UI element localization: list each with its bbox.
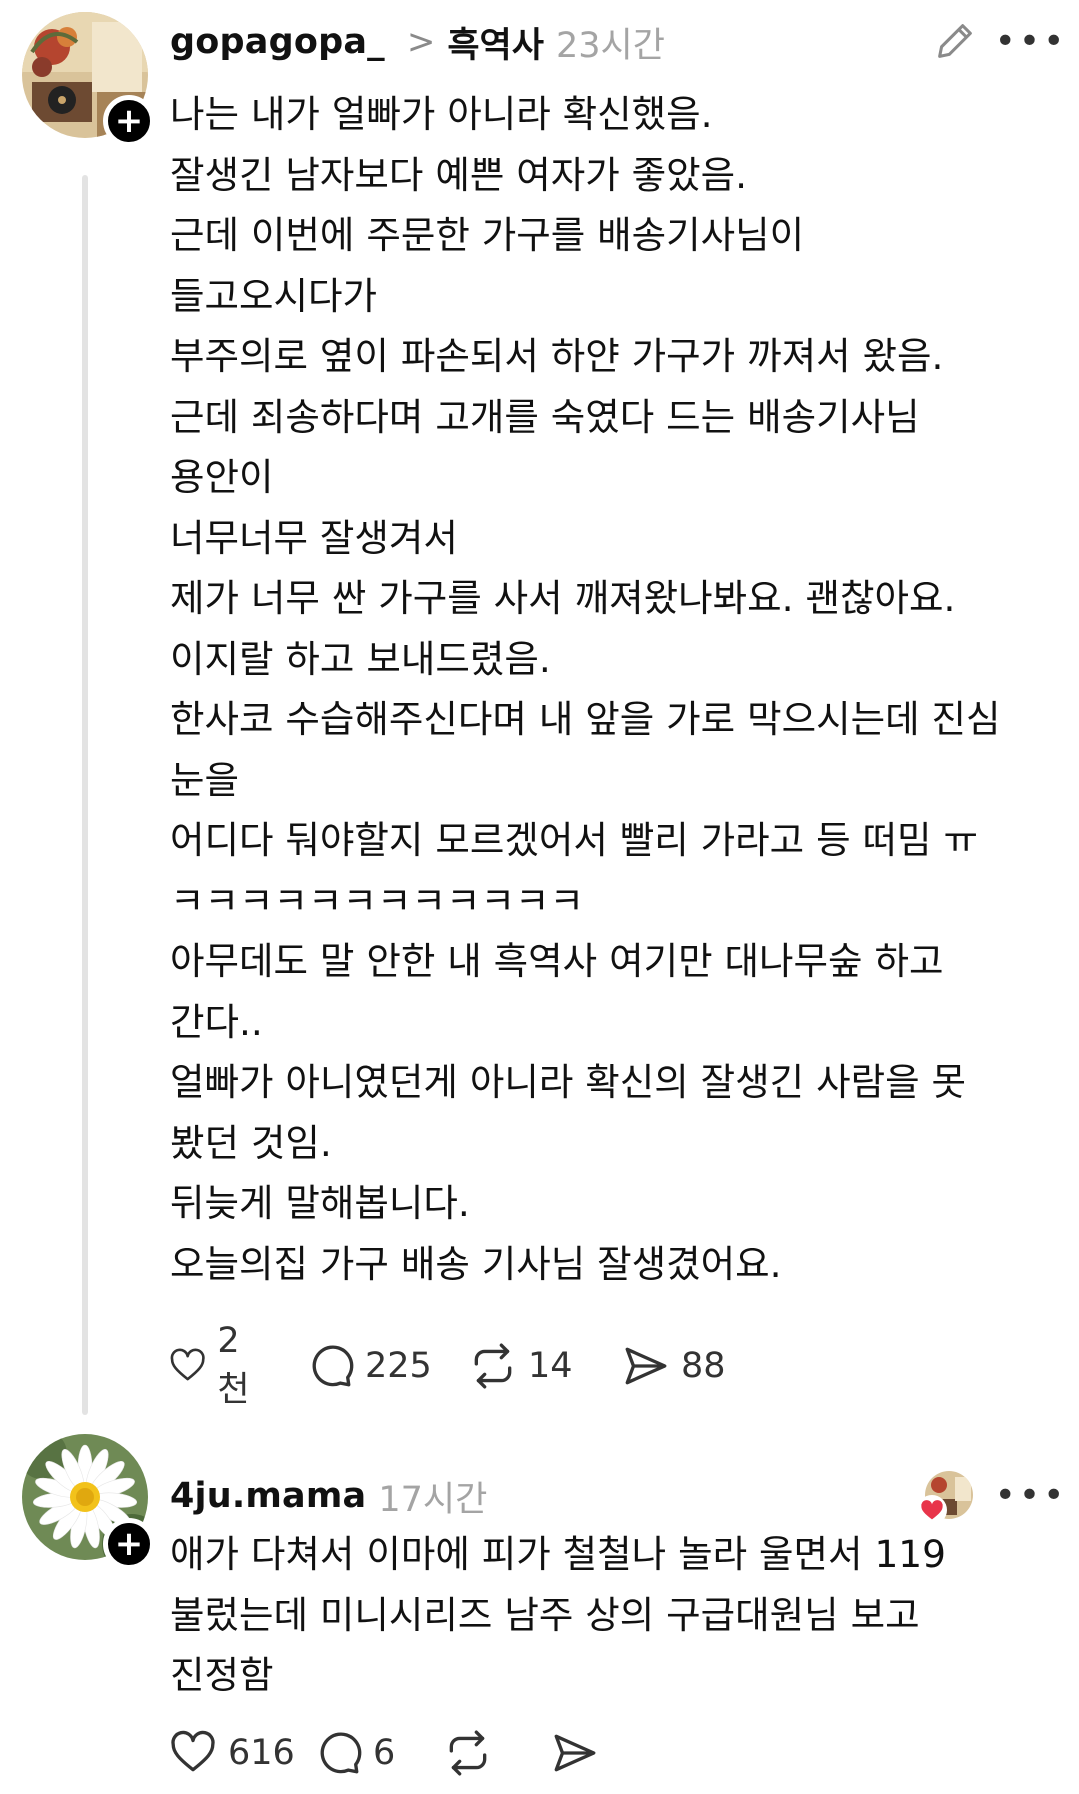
share-button[interactable] — [550, 1728, 610, 1778]
thread-connector-line — [82, 175, 88, 1415]
body-line: 봤던 것임. — [170, 1120, 332, 1165]
body-line: 간다.. — [170, 999, 263, 1044]
repost-button[interactable] — [443, 1728, 503, 1778]
follow-button[interactable]: + — [103, 1518, 155, 1570]
body-line: 잘생긴 남자보다 예쁜 여자가 좋았음. — [170, 152, 748, 197]
body-line: ㅋㅋㅋㅋㅋㅋㅋㅋㅋㅋㅋㅋ — [170, 878, 584, 923]
liked-by-heart-icon — [917, 1495, 947, 1525]
like-button[interactable]: 616 — [168, 1728, 295, 1778]
like-count: 2천 — [217, 1320, 250, 1410]
like-button[interactable]: 2천 — [168, 1321, 260, 1412]
post-header: gopagopa_ > 흑역사 23시간 — [170, 12, 665, 72]
body-line: 너무너무 잘생겨서 — [170, 515, 458, 560]
body-line: 진정함 — [170, 1653, 274, 1697]
share-icon — [554, 1734, 596, 1772]
body-line: 뒤늦게 말해봅니다. — [170, 1181, 470, 1225]
username[interactable]: 4ju.mama — [170, 1476, 366, 1516]
edit-icon[interactable] — [925, 16, 985, 66]
body-line: 부주의로 옆이 파손되서 하얀 가구가 까져서 왔음. — [170, 334, 944, 378]
body-line: 근데 죄송하다며 고개를 숙였다 드는 배송기사님 — [170, 394, 920, 439]
post-time: 17시간 — [378, 1479, 488, 1520]
body-line: 불렀는데 미니시리즈 남주 상의 구급대원님 보고 — [170, 1592, 920, 1637]
post-top-actions: ••• — [917, 1470, 1065, 1525]
body-line: 들고오시다가 — [170, 273, 377, 318]
share-count: 88 — [681, 1346, 726, 1386]
body-line: 애가 다쳐서 이마에 피가 철철나 놀라 울면서 119 — [170, 1532, 947, 1576]
post-body: 나는 내가 얼빠가 아니라 확신했음. 잘생긴 남자보다 예쁜 여자가 좋았음.… — [170, 84, 1001, 1294]
username[interactable]: gopagopa_ — [170, 22, 385, 62]
comment-count: 225 — [365, 1346, 432, 1386]
post-top-actions: ••• — [925, 16, 1065, 66]
heart-icon — [170, 1348, 205, 1381]
body-line: 어디다 둬야할지 모르겠어서 빨리 가라고 등 떠밈 ㅠ — [170, 818, 978, 862]
more-icon[interactable]: ••• — [995, 1470, 1065, 1520]
more-icon[interactable]: ••• — [995, 16, 1065, 66]
body-line: 눈을 — [170, 757, 239, 802]
comment-count: 6 — [373, 1733, 396, 1773]
comment-icon — [320, 1732, 362, 1774]
body-line: 오늘의집 가구 배송 기사님 잘생겼어요. — [170, 1241, 782, 1286]
follow-button[interactable]: + — [103, 95, 155, 147]
plus-icon: + — [114, 1524, 144, 1564]
post-time: 23시간 — [555, 25, 665, 66]
heart-icon — [171, 1730, 215, 1772]
post-body: 애가 다쳐서 이마에 피가 철철나 놀라 울면서 119 불렀는데 미니시리즈 … — [170, 1524, 946, 1706]
chevron-right-icon: > — [406, 22, 436, 62]
liked-by-author-avatar — [917, 1471, 973, 1525]
plus-icon: + — [114, 101, 144, 141]
body-line: 근데 이번에 주문한 가구를 배송기사님이 — [170, 213, 805, 257]
body-line: 한사코 수습해주신다며 내 앞을 가로 막으시는데 진심 — [170, 697, 1001, 741]
body-line: 아무데도 말 안한 내 흑역사 여기만 대나무숲 하고 — [170, 939, 944, 983]
comment-button[interactable]: 225 — [305, 1341, 432, 1391]
body-line: 이지랄 하고 보내드렸음. — [170, 636, 551, 681]
body-line: 얼빠가 아니였던게 아니라 확신의 잘생긴 사람을 못 — [170, 1060, 967, 1104]
repost-icon — [449, 1730, 487, 1776]
comment-button[interactable]: 6 — [313, 1728, 395, 1778]
thread-post: + 4ju.mama 17시간 ••• 애가 다쳐서 이마에 피가 철철나 놀라… — [0, 1420, 1079, 1794]
topic-tag[interactable]: 흑역사 — [447, 17, 544, 68]
repost-icon — [474, 1343, 512, 1389]
body-line: 용안이 — [170, 455, 274, 499]
post-header: 4ju.mama 17시간 — [170, 1466, 487, 1526]
share-button[interactable]: 88 — [621, 1341, 726, 1391]
share-icon — [625, 1347, 667, 1385]
like-count: 616 — [228, 1733, 295, 1773]
repost-count: 14 — [528, 1346, 573, 1386]
body-line: 나는 내가 얼빠가 아니라 확신했음. — [170, 92, 713, 136]
comment-icon — [312, 1345, 354, 1387]
repost-button[interactable]: 14 — [468, 1341, 573, 1391]
thread-post: + gopagopa_ > 흑역사 23시간 ••• 나는 내가 얼빠가 아니라… — [0, 0, 1079, 1420]
body-line: 제가 너무 싼 가구를 사서 깨져왔나봐요. 괜찮아요. — [170, 576, 956, 620]
